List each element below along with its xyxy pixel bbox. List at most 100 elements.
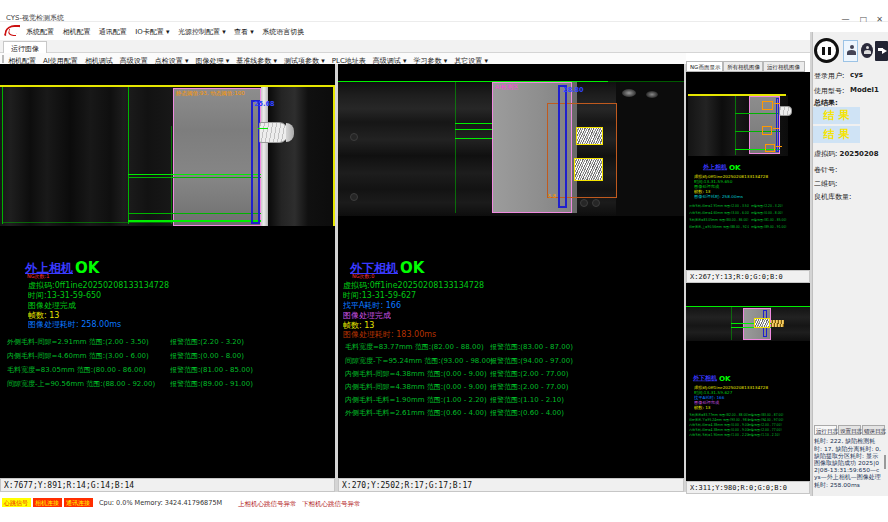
alarm-range: 报警范围:(2.00 - 77.00): [490, 382, 568, 392]
tab-detect-box: [574, 158, 603, 181]
measurement: 间隙宽度-上=90.56mm 范围:(88.00 - 92.00): [7, 379, 155, 389]
cpu-memory-text: Cpu: 0.0% Memory: 3424.41796875M: [99, 499, 222, 506]
tab-strip: [0, 40, 812, 53]
good-count-label: 良机库数量:: [814, 192, 851, 202]
menu-io-config[interactable]: IO卡配置 ▾: [135, 27, 169, 37]
mini-measurement: 间隙宽度-上=90.56mm 范围:(88.00 - 92.00): [689, 225, 749, 229]
tab-run-cameras[interactable]: 运行相机图像: [763, 61, 805, 72]
login-user-button[interactable]: [843, 40, 858, 62]
toolbar-grip: [2, 55, 4, 63]
log-scrollbar[interactable]: [884, 455, 886, 469]
measure-rect-mid: [558, 85, 567, 208]
clamp-part: [259, 122, 289, 143]
measurement: 毛料宽度=83.05mm 范围:(80.00 - 86.00): [7, 365, 146, 375]
alarm-range: 报警范围:(94.00 - 97.00): [490, 356, 573, 366]
virtual-code-label: 虚拟码: 20250208: [814, 149, 879, 159]
alarm-range: 报警范围:(83.00 - 87.00): [490, 342, 573, 352]
result-indicator-2: 结果: [813, 126, 860, 143]
menu-language[interactable]: 系统语言切换: [262, 27, 304, 37]
alarm-range: 报警范围:(2.20 - 3.20): [170, 337, 244, 347]
tab-all-cameras[interactable]: 所有相机图像: [723, 61, 763, 72]
mini-measurement: 内侧毛料-毛料=1.90mm 范围:(1.00 - 2.20): [689, 433, 749, 437]
qr-code-label: 二维码:: [814, 179, 837, 189]
roi-rect-left: [173, 88, 261, 226]
measurement: 内侧毛料-毛料=1.90mm 范围:(1.00 - 2.20): [345, 395, 487, 405]
login-user-value: cys: [850, 71, 863, 79]
measurement: 外侧毛料-毛料=2.61mm 范围:(0.60 - 4.00): [345, 408, 487, 418]
mini-measurement: 内侧毛料-间隙=4.38mm 范围:(0.00 - 9.00): [689, 428, 749, 432]
menu-view[interactable]: 查看 ▾: [234, 27, 254, 37]
mini-alarm: 报警范围:(83.00 - 87.00): [748, 413, 808, 417]
ng-note-left: NG次数:1: [27, 273, 49, 280]
alarm-range: 报警范围:(0.60 - 4.00): [490, 408, 564, 418]
mini-info-line: 图像处理耗时: 258.00ms: [694, 194, 743, 200]
mini-measurement: 内侧毛料-间隙=4.38mm 范围:(0.00 - 9.00): [689, 423, 749, 427]
app-logo-icon: [5, 25, 20, 37]
alarm-range: 报警范围:(2.00 - 77.00): [490, 369, 568, 379]
camera-connect-badge: 相机连接: [33, 498, 62, 507]
measure-rect-left: [251, 100, 260, 224]
needle-no-label: 卷针号:: [814, 165, 837, 175]
menu-comm-config[interactable]: 通讯配置: [99, 27, 127, 37]
mini-measurement: 内侧毛料-间隙=4.60mm 范围:(3.00 - 6.00): [689, 211, 749, 215]
measurement: 内侧毛料-间隙=4.38mm 范围:(0.00 - 9.00): [345, 382, 487, 392]
lower-camera-alert: 下相机心跳信号异常: [302, 499, 361, 508]
mini-alarm: 报警范围:(81.00 - 85.00): [751, 218, 811, 222]
app-window: CYS-视觉检测系统 — □ ✕ 系统配置 相机配置 通讯配置 IO卡配置 ▾ …: [0, 0, 888, 522]
measurement: 内侧毛料-间隙=4.38mm 范围:(0.00 - 9.00): [345, 369, 487, 379]
heartbeat-badge: 心跳信号: [2, 498, 31, 507]
menu-system-config[interactable]: 系统配置: [26, 27, 54, 37]
measurement: 外侧毛料-间隙=2.91mm 范围:(2.00 - 3.50): [7, 337, 149, 347]
title-bar: [0, 0, 888, 22]
camera-image-mid[interactable]: AI检测区 28.80 5.8: [338, 81, 684, 216]
pixel-status-mid: X:270;Y:2502;R:17;G:17;B:17: [338, 478, 684, 492]
model-label: 使用型号:: [814, 86, 844, 96]
measurement: 间隙宽度-下=95.24mm 范围:(93.00 - 98.00): [345, 356, 493, 366]
orange-value-mid: 5.8: [548, 193, 556, 199]
alarm-range: 报警范围:(1.10 - 2.10): [490, 395, 564, 405]
info-line: 图像处理耗时: 258.00ms: [28, 319, 121, 330]
tab-settings-log[interactable]: 设置日志: [838, 425, 861, 435]
mini-alarm: 报警范围:(94.00 - 97.00): [748, 418, 808, 422]
tab-error-log[interactable]: 错误日志: [862, 425, 885, 435]
mini-measurement: 毛料宽度=83.05mm 范围:(80.00 - 86.00): [689, 218, 749, 222]
mini-alarm: 报警范围:(2.00 - 77.00): [748, 423, 808, 427]
result-indicator-1: 结果: [813, 107, 860, 124]
tab-run-log[interactable]: 运行日志: [814, 425, 837, 435]
pause-button[interactable]: [814, 38, 839, 63]
alarm-range: 报警范围:(0.00 - 8.00): [170, 351, 244, 361]
pixel-status-mini-b: X:311;Y:980;R:0;G:0;B:0: [686, 481, 810, 494]
tab-ng-display[interactable]: NG画面显示: [686, 61, 723, 72]
user-profile-button[interactable]: [861, 43, 873, 58]
measurement: 内侧毛料-间隙=4.60mm 范围:(3.00 - 6.00): [7, 351, 149, 361]
menu-camera-config[interactable]: 相机配置: [62, 27, 90, 37]
camera-image-left[interactable]: 静态阈值:93, 动态阈值:100 25.68: [0, 85, 335, 226]
mini-image-a[interactable]: [686, 94, 810, 156]
logout-button[interactable]: [875, 41, 888, 61]
mini-measurement: 外侧毛料-间隙=2.91mm 范围:(2.00 - 3.50): [689, 204, 749, 208]
mini-alarm: 报警范围:(2.00 - 77.00): [748, 428, 808, 432]
mini-alarm: 报警范围:(1.10 - 2.10): [748, 433, 808, 437]
mini-alarm: 报警范围:(89.00 - 91.00): [751, 225, 811, 229]
menu-items: 系统配置 相机配置 通讯配置 IO卡配置 ▾ 光源控制配置 ▾ 查看 ▾ 系统语…: [26, 27, 304, 37]
mini-image-b[interactable]: [686, 306, 810, 341]
login-user-label: 登录用户:: [814, 71, 844, 81]
model-value: Model1: [850, 86, 879, 94]
threshold-label: 静态阈值:93, 动态阈值:100: [176, 89, 245, 97]
tab-run-image[interactable]: 运行图像: [3, 41, 47, 53]
pixel-status-left: X:7677;Y:891;R:14;G:14;B:14: [0, 478, 335, 492]
mini-info-line: 帧数: 13: [694, 405, 710, 411]
pixel-status-mini-a: X:267;Y:13;R:0;G:0;B:0: [686, 270, 810, 283]
alarm-range: 报警范围:(81.00 - 85.00): [170, 365, 253, 375]
alarm-range: 报警范围:(89.00 - 91.00): [170, 379, 253, 389]
comm-connect-badge: 通讯连接: [64, 498, 93, 507]
mini-measurement: 间隙宽度-下=95.24mm 范围:(93.00 - 98.00): [689, 418, 749, 422]
mini-measurement: 毛料宽度=83.77mm 范围:(82.00 - 88.00): [689, 413, 749, 417]
upper-camera-alert: 上相机心跳信号异常: [238, 499, 297, 508]
ai-area-label: AI检测区: [495, 83, 519, 91]
menu-light-config[interactable]: 光源控制配置 ▾: [178, 27, 226, 37]
mini-alarm: 报警范围:(0.00 - 8.00): [751, 211, 811, 215]
measurement: 毛料宽度=83.77mm 范围:(82.00 - 88.00): [345, 342, 484, 352]
mini-alarm: 报警范围:(2.20 - 3.20): [751, 204, 811, 208]
blue-value-left: 25.68: [254, 100, 275, 107]
